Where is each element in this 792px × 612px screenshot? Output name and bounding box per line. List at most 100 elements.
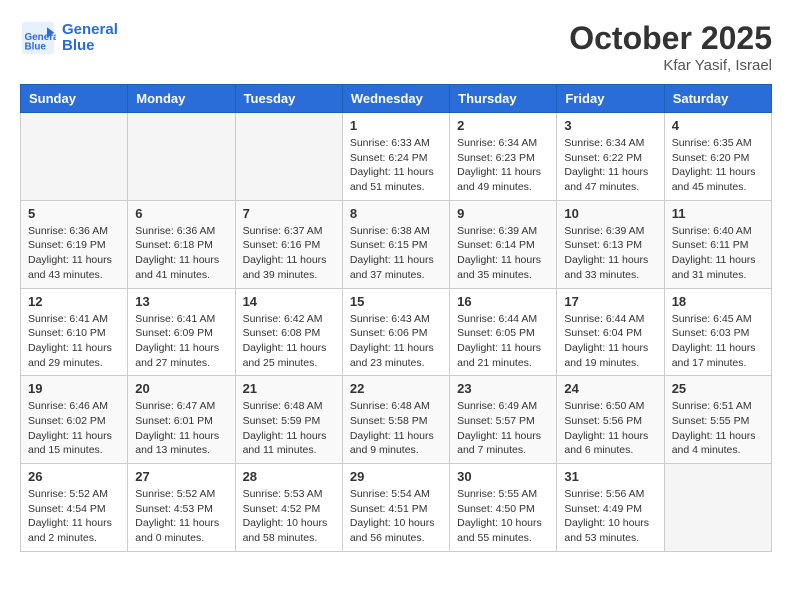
col-header-sunday: Sunday	[21, 85, 128, 113]
page-header: General Blue GeneralBlue October 2025 Kf…	[20, 20, 772, 74]
logo: General Blue GeneralBlue	[20, 20, 118, 56]
calendar-cell	[128, 113, 235, 201]
week-row-2: 5 Sunrise: 6:36 AMSunset: 6:19 PMDaylight…	[21, 200, 772, 288]
calendar-cell: 26Sunrise: 5:52 AMSunset: 4:54 PMDayligh…	[21, 464, 128, 552]
day-number: 25	[672, 381, 764, 396]
col-header-friday: Friday	[557, 85, 664, 113]
day-number: 9	[457, 206, 549, 221]
calendar-cell: 21 Sunrise: 6:48 AMSunset: 5:59 PMDayligh…	[235, 376, 342, 464]
day-info: Sunrise: 6:38 AMSunset: 6:15 PMDaylight:…	[350, 224, 442, 283]
calendar-cell: 17Sunrise: 6:44 AMSunset: 6:04 PMDayligh…	[557, 288, 664, 376]
day-info: Sunrise: 6:41 AMSunset: 6:09 PMDaylight:…	[135, 312, 227, 371]
day-number: 23	[457, 381, 549, 396]
day-info: Sunrise: 6:47 AMSunset: 6:01 PMDaylight:…	[135, 399, 227, 458]
day-info: Sunrise: 6:37 AMSunset: 6:16 PMDaylight:…	[243, 224, 335, 283]
calendar-cell: 7 Sunrise: 6:37 AMSunset: 6:16 PMDaylight…	[235, 200, 342, 288]
day-info: Sunrise: 5:53 AMSunset: 4:52 PMDaylight:…	[243, 487, 335, 546]
day-number: 24	[564, 381, 656, 396]
day-info: Sunrise: 6:48 AMSunset: 5:58 PMDaylight:…	[350, 399, 442, 458]
day-info: Sunrise: 6:35 AMSunset: 6:20 PMDaylight:…	[672, 136, 764, 195]
day-number: 5	[28, 206, 120, 221]
day-info: Sunrise: 5:55 AMSunset: 4:50 PMDaylight:…	[457, 487, 549, 546]
week-row-4: 19Sunrise: 6:46 AMSunset: 6:02 PMDayligh…	[21, 376, 772, 464]
calendar-cell: 19Sunrise: 6:46 AMSunset: 6:02 PMDayligh…	[21, 376, 128, 464]
calendar-cell: 20 Sunrise: 6:47 AMSunset: 6:01 PMDayligh…	[128, 376, 235, 464]
day-number: 10	[564, 206, 656, 221]
calendar-cell: 28 Sunrise: 5:53 AMSunset: 4:52 PMDayligh…	[235, 464, 342, 552]
calendar-cell: 10 Sunrise: 6:39 AMSunset: 6:13 PMDayligh…	[557, 200, 664, 288]
day-info: Sunrise: 6:44 AMSunset: 6:05 PMDaylight:…	[457, 312, 549, 371]
day-number: 8	[350, 206, 442, 221]
day-number: 17	[564, 294, 656, 309]
day-info: Sunrise: 6:34 AMSunset: 6:22 PMDaylight:…	[564, 136, 656, 195]
calendar-cell: 8 Sunrise: 6:38 AMSunset: 6:15 PMDaylight…	[342, 200, 449, 288]
day-info: Sunrise: 6:43 AMSunset: 6:06 PMDaylight:…	[350, 312, 442, 371]
day-number: 2	[457, 118, 549, 133]
col-header-wednesday: Wednesday	[342, 85, 449, 113]
day-number: 21	[243, 381, 335, 396]
logo-text: GeneralBlue	[62, 22, 118, 55]
month-title: October 2025	[569, 20, 772, 57]
day-number: 31	[564, 469, 656, 484]
calendar-cell: 5 Sunrise: 6:36 AMSunset: 6:19 PMDaylight…	[21, 200, 128, 288]
calendar-cell: 3 Sunrise: 6:34 AMSunset: 6:22 PMDaylight…	[557, 113, 664, 201]
calendar-cell	[664, 464, 771, 552]
week-row-5: 26Sunrise: 5:52 AMSunset: 4:54 PMDayligh…	[21, 464, 772, 552]
day-number: 16	[457, 294, 549, 309]
day-info: Sunrise: 6:42 AMSunset: 6:08 PMDaylight:…	[243, 312, 335, 371]
calendar-cell: 12 Sunrise: 6:41 AMSunset: 6:10 PMDayligh…	[21, 288, 128, 376]
day-number: 7	[243, 206, 335, 221]
day-info: Sunrise: 5:52 AMSunset: 4:53 PMDaylight:…	[135, 487, 227, 546]
day-info: Sunrise: 6:34 AMSunset: 6:23 PMDaylight:…	[457, 136, 549, 195]
calendar-cell: 27Sunrise: 5:52 AMSunset: 4:53 PMDayligh…	[128, 464, 235, 552]
calendar-cell: 2 Sunrise: 6:34 AMSunset: 6:23 PMDaylight…	[450, 113, 557, 201]
logo-icon: General Blue	[20, 20, 56, 56]
col-header-saturday: Saturday	[664, 85, 771, 113]
col-header-monday: Monday	[128, 85, 235, 113]
day-info: Sunrise: 5:54 AMSunset: 4:51 PMDaylight:…	[350, 487, 442, 546]
day-number: 20	[135, 381, 227, 396]
day-info: Sunrise: 6:49 AMSunset: 5:57 PMDaylight:…	[457, 399, 549, 458]
day-info: Sunrise: 6:45 AMSunset: 6:03 PMDaylight:…	[672, 312, 764, 371]
calendar-cell: 25Sunrise: 6:51 AMSunset: 5:55 PMDayligh…	[664, 376, 771, 464]
day-info: Sunrise: 6:33 AMSunset: 6:24 PMDaylight:…	[350, 136, 442, 195]
calendar-table: SundayMondayTuesdayWednesdayThursdayFrid…	[20, 84, 772, 552]
calendar-cell: 30 Sunrise: 5:55 AMSunset: 4:50 PMDayligh…	[450, 464, 557, 552]
day-info: Sunrise: 6:40 AMSunset: 6:11 PMDaylight:…	[672, 224, 764, 283]
day-info: Sunrise: 6:50 AMSunset: 5:56 PMDaylight:…	[564, 399, 656, 458]
calendar-cell: 9 Sunrise: 6:39 AMSunset: 6:14 PMDaylight…	[450, 200, 557, 288]
day-number: 22	[350, 381, 442, 396]
calendar-cell	[235, 113, 342, 201]
day-number: 1	[350, 118, 442, 133]
day-number: 14	[243, 294, 335, 309]
day-info: Sunrise: 6:39 AMSunset: 6:13 PMDaylight:…	[564, 224, 656, 283]
day-info: Sunrise: 6:48 AMSunset: 5:59 PMDaylight:…	[243, 399, 335, 458]
day-number: 29	[350, 469, 442, 484]
day-number: 30	[457, 469, 549, 484]
calendar-cell: 14 Sunrise: 6:42 AMSunset: 6:08 PMDayligh…	[235, 288, 342, 376]
day-info: Sunrise: 6:36 AMSunset: 6:18 PMDaylight:…	[135, 224, 227, 283]
calendar-cell: 18Sunrise: 6:45 AMSunset: 6:03 PMDayligh…	[664, 288, 771, 376]
day-info: Sunrise: 6:39 AMSunset: 6:14 PMDaylight:…	[457, 224, 549, 283]
col-header-tuesday: Tuesday	[235, 85, 342, 113]
day-number: 28	[243, 469, 335, 484]
day-number: 19	[28, 381, 120, 396]
header-row: SundayMondayTuesdayWednesdayThursdayFrid…	[21, 85, 772, 113]
location-subtitle: Kfar Yasif, Israel	[569, 57, 772, 74]
day-info: Sunrise: 6:36 AMSunset: 6:19 PMDaylight:…	[28, 224, 120, 283]
calendar-cell: 6 Sunrise: 6:36 AMSunset: 6:18 PMDaylight…	[128, 200, 235, 288]
day-number: 12	[28, 294, 120, 309]
day-number: 3	[564, 118, 656, 133]
calendar-cell: 13Sunrise: 6:41 AMSunset: 6:09 PMDayligh…	[128, 288, 235, 376]
calendar-cell: 16 Sunrise: 6:44 AMSunset: 6:05 PMDayligh…	[450, 288, 557, 376]
day-number: 4	[672, 118, 764, 133]
week-row-1: 1 Sunrise: 6:33 AMSunset: 6:24 PMDaylight…	[21, 113, 772, 201]
day-info: Sunrise: 5:56 AMSunset: 4:49 PMDaylight:…	[564, 487, 656, 546]
col-header-thursday: Thursday	[450, 85, 557, 113]
day-info: Sunrise: 6:41 AMSunset: 6:10 PMDaylight:…	[28, 312, 120, 371]
calendar-cell: 1 Sunrise: 6:33 AMSunset: 6:24 PMDaylight…	[342, 113, 449, 201]
calendar-cell: 29 Sunrise: 5:54 AMSunset: 4:51 PMDayligh…	[342, 464, 449, 552]
day-number: 6	[135, 206, 227, 221]
calendar-cell: 11Sunrise: 6:40 AMSunset: 6:11 PMDayligh…	[664, 200, 771, 288]
calendar-cell: 4 Sunrise: 6:35 AMSunset: 6:20 PMDaylight…	[664, 113, 771, 201]
